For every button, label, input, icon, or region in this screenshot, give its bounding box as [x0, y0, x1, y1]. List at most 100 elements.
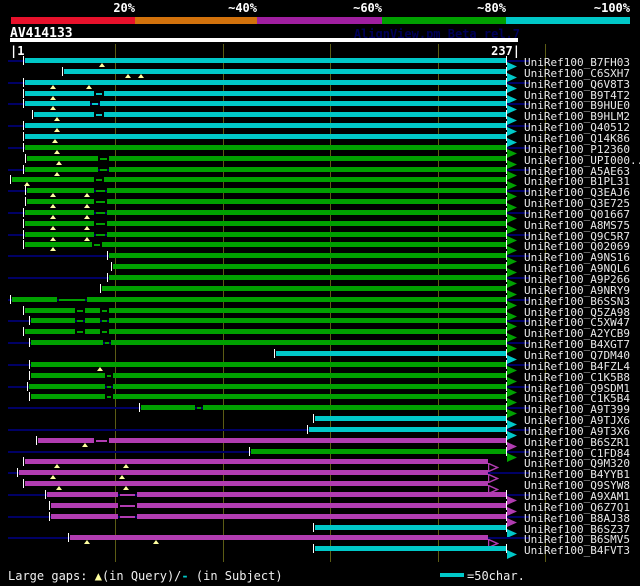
subject-gap-line[interactable] — [95, 114, 103, 117]
hit-bar[interactable] — [106, 209, 507, 215]
hit-bar[interactable] — [113, 264, 507, 270]
hit-bar[interactable] — [33, 112, 94, 118]
hit-bar[interactable] — [136, 492, 507, 497]
hit-bar[interactable] — [250, 448, 507, 454]
hit-bar[interactable] — [25, 133, 507, 139]
hit-bar[interactable] — [31, 318, 75, 324]
alignment-row: UniRef100_Q3E725 — [0, 197, 640, 213]
subject-gap-line[interactable] — [59, 298, 86, 301]
hit-bar[interactable] — [46, 492, 118, 497]
hit-bar[interactable] — [25, 481, 488, 487]
hit-bar[interactable] — [110, 340, 507, 346]
subject-gap-line[interactable] — [95, 190, 105, 193]
hit-bar[interactable] — [31, 394, 105, 400]
subject-gap-line[interactable] — [196, 407, 202, 410]
hit-bar[interactable] — [25, 459, 488, 465]
hit-bar[interactable] — [50, 502, 118, 508]
hit-bar[interactable] — [104, 90, 507, 96]
hit-bar[interactable] — [315, 546, 507, 552]
start-tick — [274, 348, 276, 358]
subject-gap-line[interactable] — [100, 157, 107, 160]
subject-gap-line[interactable] — [106, 385, 111, 388]
hit-bar[interactable] — [308, 426, 507, 432]
subject-gap-line[interactable] — [119, 494, 135, 496]
hit-bar[interactable] — [108, 307, 507, 313]
hit-bar[interactable] — [112, 383, 507, 389]
hit-bar[interactable] — [87, 296, 507, 302]
hit-bar[interactable] — [25, 242, 92, 248]
subject-gap-line[interactable] — [100, 168, 107, 171]
hit-bar[interactable] — [25, 123, 507, 129]
subject-gap-line[interactable] — [95, 222, 105, 225]
hit-bar[interactable] — [108, 329, 507, 335]
hit-bar[interactable] — [108, 155, 507, 161]
hit-bar[interactable] — [106, 199, 507, 205]
subject-gap-line[interactable] — [95, 201, 105, 204]
hit-bar[interactable] — [315, 524, 507, 530]
hit-bar[interactable] — [25, 101, 90, 107]
subject-gap-line[interactable] — [106, 374, 111, 377]
hit-bar[interactable] — [31, 340, 103, 346]
hit-bar[interactable] — [141, 405, 195, 411]
subject-gap-line[interactable] — [102, 309, 107, 312]
hit-bar[interactable] — [112, 394, 507, 400]
subject-gap-line[interactable] — [104, 342, 109, 345]
hit-bar[interactable] — [27, 155, 99, 161]
hit-bar[interactable] — [100, 101, 507, 107]
subject-gap-line[interactable] — [95, 211, 105, 214]
hit-bar[interactable] — [203, 405, 507, 411]
hit-bar[interactable] — [136, 513, 507, 519]
hit-bar[interactable] — [315, 416, 507, 422]
subject-gap-line[interactable] — [76, 331, 84, 334]
hit-bar[interactable] — [25, 329, 75, 335]
hit-bar[interactable] — [106, 188, 507, 194]
start-tick — [23, 131, 25, 141]
hit-bar[interactable] — [108, 318, 507, 324]
subject-gap-line[interactable] — [76, 309, 84, 312]
hit-bar[interactable] — [106, 231, 507, 237]
subject-gap-line[interactable] — [102, 320, 107, 323]
hit-bar[interactable] — [85, 329, 101, 335]
hit-bar[interactable] — [276, 350, 507, 356]
subject-gap-line[interactable] — [119, 504, 135, 507]
hit-bar[interactable] — [104, 177, 507, 183]
subject-gap-line[interactable] — [95, 439, 107, 442]
subject-gap-line[interactable] — [95, 92, 103, 95]
hit-bar[interactable] — [112, 372, 507, 378]
hit-bar[interactable] — [108, 253, 507, 259]
row-label[interactable]: UniRef100_B4FVT3 — [524, 544, 630, 557]
hit-bar[interactable] — [106, 220, 507, 226]
hit-bar[interactable] — [108, 166, 507, 172]
alignment-row: UniRef100_B7FH03 — [0, 56, 640, 71]
hit-bar[interactable] — [12, 296, 58, 302]
hit-bar[interactable] — [70, 535, 488, 541]
subject-gap-line[interactable] — [76, 320, 84, 323]
hit-bar[interactable] — [25, 307, 75, 313]
subject-gap-line[interactable] — [95, 233, 105, 236]
hit-bar[interactable] — [25, 166, 99, 172]
subject-gap-line[interactable] — [91, 103, 99, 106]
hit-bar[interactable] — [85, 318, 101, 324]
alignment-row: UniRef100_B6SSN3 — [0, 294, 640, 310]
hit-bar[interactable] — [108, 437, 507, 443]
subject-gap-line[interactable] — [93, 244, 101, 247]
hit-bar[interactable] — [102, 242, 507, 248]
hit-bar[interactable] — [85, 307, 101, 313]
hit-bar[interactable] — [50, 513, 118, 519]
alignment-row: UniRef100_Q02069 — [0, 240, 640, 256]
hit-bar[interactable] — [31, 372, 105, 378]
hit-bar[interactable] — [108, 275, 507, 280]
hit-bar[interactable] — [25, 58, 507, 63]
hit-bar[interactable] — [25, 90, 94, 96]
subject-gap-line[interactable] — [95, 179, 103, 182]
subject-gap-line[interactable] — [119, 515, 135, 518]
subject-gap-line[interactable] — [106, 396, 111, 399]
hit-bar[interactable] — [25, 79, 507, 85]
hit-bar[interactable] — [136, 502, 507, 508]
hit-bar[interactable] — [104, 112, 507, 118]
hit-bar[interactable] — [29, 383, 105, 389]
subject-gap-line[interactable] — [102, 331, 107, 334]
hit-bar[interactable] — [25, 144, 507, 150]
hit-bar[interactable] — [102, 285, 507, 291]
hit-bar[interactable] — [18, 470, 488, 476]
